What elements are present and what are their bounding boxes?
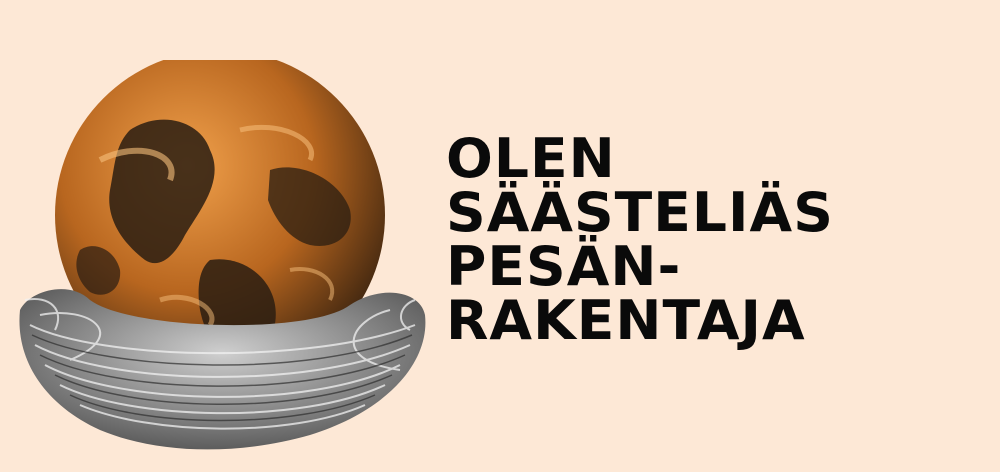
globe-in-nest-icon <box>19 60 426 450</box>
headline-line-4: RAKENTAJA <box>446 289 806 352</box>
headline-line-1: OLEN <box>446 127 616 190</box>
headline: OLEN SÄÄSTELIÄS PESÄN- RAKENTAJA <box>446 132 834 348</box>
headline-line-2: SÄÄSTELIÄS <box>446 181 834 244</box>
banner: OLEN SÄÄSTELIÄS PESÄN- RAKENTAJA <box>0 0 1000 472</box>
headline-line-3: PESÄN- <box>446 235 682 298</box>
